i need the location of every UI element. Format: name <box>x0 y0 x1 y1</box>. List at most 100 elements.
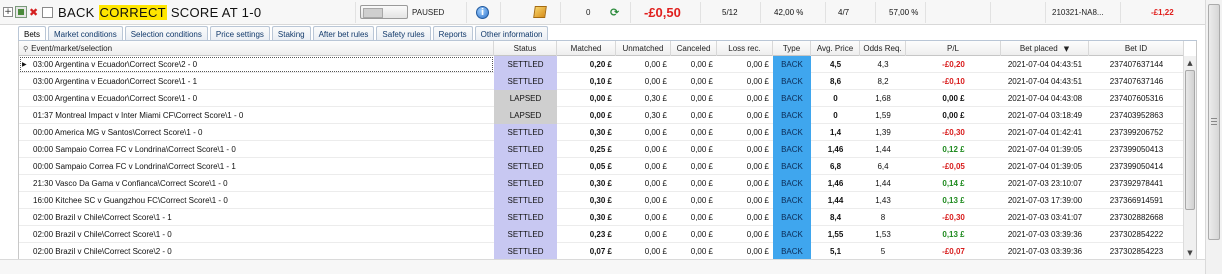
cell-avg-price[interactable]: 5,1 <box>811 243 860 259</box>
cell-type[interactable]: BACK <box>773 56 811 73</box>
sort-desc-icon[interactable]: ▼ <box>1064 45 1069 53</box>
cell-event[interactable]: 21:30 Vasco Da Gama v Confianca\Correct … <box>19 175 494 192</box>
cell-avg-price[interactable]: 1,4 <box>811 124 860 141</box>
cell-canceled[interactable]: 0,00 £ <box>671 124 717 141</box>
cell-matched[interactable]: 0,05 £ <box>557 158 616 175</box>
cell-pl[interactable]: 0,00 £ <box>906 90 1001 107</box>
cell-type[interactable]: BACK <box>773 175 811 192</box>
cell-pl[interactable]: -£0,07 <box>906 243 1001 259</box>
cell-odds-req[interactable]: 1,39 <box>860 124 906 141</box>
cell-matched[interactable]: 0,00 £ <box>557 90 616 107</box>
tab-market-conditions[interactable]: Market conditions <box>48 26 123 41</box>
grid-vertical-scrollbar[interactable]: ▲ ▼ <box>1183 56 1196 259</box>
cell-canceled[interactable]: 0,00 £ <box>671 175 717 192</box>
cell-pl[interactable]: -£0,30 <box>906 209 1001 226</box>
cell-status[interactable]: SETTLED <box>494 141 557 158</box>
tab-bets[interactable]: Bets <box>18 26 47 41</box>
cell-type[interactable]: BACK <box>773 226 811 243</box>
cell-canceled[interactable]: 0,00 £ <box>671 73 717 90</box>
cell-odds-req[interactable]: 1,44 <box>860 141 906 158</box>
column-header-bet-id[interactable]: Bet ID <box>1089 41 1184 56</box>
tab-reports[interactable]: Reports <box>432 26 473 41</box>
cell-matched[interactable]: 0,30 £ <box>557 124 616 141</box>
cell-unmatched[interactable]: 0,00 £ <box>616 158 671 175</box>
cell-matched[interactable]: 0,00 £ <box>557 107 616 124</box>
cell-avg-price[interactable]: 0 <box>811 90 860 107</box>
cell-pl[interactable]: -£0,05 <box>906 158 1001 175</box>
cell-odds-req[interactable]: 6,4 <box>860 158 906 175</box>
tab-staking[interactable]: Staking <box>271 26 311 41</box>
cell-type[interactable]: BACK <box>773 192 811 209</box>
cell-loss-rec[interactable]: 0,00 £ <box>717 73 773 90</box>
scroll-down-icon[interactable]: ▼ <box>1184 246 1196 259</box>
cell-bet-id[interactable]: 237403952863 <box>1089 107 1184 124</box>
cell-pl[interactable]: -£0,20 <box>906 56 1001 73</box>
cell-event[interactable]: 02:00 Brazil v Chile\Correct Score\2 - 0 <box>19 243 494 259</box>
cell-avg-price[interactable]: 1,55 <box>811 226 860 243</box>
cell-avg-price[interactable]: 6,8 <box>811 158 860 175</box>
cell-type[interactable]: BACK <box>773 107 811 124</box>
table-row[interactable]: 02:00 Brazil v Chile\Correct Score\1 - 0… <box>19 226 1184 243</box>
cell-matched[interactable]: 0,30 £ <box>557 209 616 226</box>
cell-event[interactable]: 16:00 Kitchee SC v Guangzhou FC\Correct … <box>19 192 494 209</box>
cell-odds-req[interactable]: 1,43 <box>860 192 906 209</box>
cell-canceled[interactable]: 0,00 £ <box>671 192 717 209</box>
column-header-canceled[interactable]: Canceled <box>671 41 717 56</box>
search-icon[interactable]: ⚲ <box>23 45 28 53</box>
cell-status[interactable]: SETTLED <box>494 158 557 175</box>
cell-bet-placed[interactable]: 2021-07-03 23:10:07 <box>1001 175 1089 192</box>
cell-unmatched[interactable]: 0,00 £ <box>616 243 671 259</box>
cell-canceled[interactable]: 0,00 £ <box>671 141 717 158</box>
window-scroll-thumb[interactable] <box>1208 4 1220 240</box>
cell-loss-rec[interactable]: 0,00 £ <box>717 209 773 226</box>
refresh-icon[interactable]: ⟳ <box>610 0 619 25</box>
cell-bet-placed[interactable]: 2021-07-03 03:39:36 <box>1001 243 1089 259</box>
column-header-unmatched[interactable]: Unmatched <box>616 41 671 56</box>
table-row[interactable]: ▶ 03:00 Argentina v Ecuador\Correct Score… <box>19 56 1184 73</box>
cell-bet-id[interactable]: 237407637146 <box>1089 73 1184 90</box>
cell-avg-price[interactable]: 4,5 <box>811 56 860 73</box>
cell-bet-id[interactable]: 237392978441 <box>1089 175 1184 192</box>
cell-avg-price[interactable]: 8,4 <box>811 209 860 226</box>
cell-type[interactable]: BACK <box>773 90 811 107</box>
cell-status[interactable]: SETTLED <box>494 243 557 259</box>
cell-type[interactable]: BACK <box>773 209 811 226</box>
cell-matched[interactable]: 0,30 £ <box>557 192 616 209</box>
column-header-loss-rec[interactable]: Loss rec. <box>717 41 773 56</box>
cell-bet-id[interactable]: 237302854222 <box>1089 226 1184 243</box>
cell-pl[interactable]: -£0,30 <box>906 124 1001 141</box>
cell-unmatched[interactable]: 0,00 £ <box>616 175 671 192</box>
cell-event[interactable]: 00:00 America MG v Santos\Correct Score\… <box>19 124 494 141</box>
cell-status[interactable]: SETTLED <box>494 226 557 243</box>
cell-loss-rec[interactable]: 0,00 £ <box>717 124 773 141</box>
cell-unmatched[interactable]: 0,30 £ <box>616 90 671 107</box>
cell-status[interactable]: SETTLED <box>494 124 557 141</box>
table-row[interactable]: 03:00 Argentina v Ecuador\Correct Score\… <box>19 73 1184 90</box>
window-vertical-scrollbar[interactable] <box>1205 0 1222 274</box>
cell-loss-rec[interactable]: 0,00 £ <box>717 226 773 243</box>
cell-bet-id[interactable]: 237399206752 <box>1089 124 1184 141</box>
cell-pl[interactable]: 0,13 £ <box>906 226 1001 243</box>
cell-avg-price[interactable]: 8,6 <box>811 73 860 90</box>
cell-unmatched[interactable]: 0,00 £ <box>616 226 671 243</box>
cell-bet-id[interactable]: 237366914591 <box>1089 192 1184 209</box>
cell-type[interactable]: BACK <box>773 73 811 90</box>
cell-bet-id[interactable]: 237302854223 <box>1089 243 1184 259</box>
strategy-row[interactable]: + ✖ BACK CORRECT SCORE AT 1-0 PAUSED i 0… <box>0 0 1222 25</box>
cell-odds-req[interactable]: 1,59 <box>860 107 906 124</box>
cell-status[interactable]: SETTLED <box>494 209 557 226</box>
table-row[interactable]: 21:30 Vasco Da Gama v Confianca\Correct … <box>19 175 1184 192</box>
cell-bet-placed[interactable]: 2021-07-04 04:43:08 <box>1001 90 1089 107</box>
cell-canceled[interactable]: 0,00 £ <box>671 107 717 124</box>
cell-event[interactable]: 03:00 Argentina v Ecuador\Correct Score\… <box>19 90 494 107</box>
cell-bet-placed[interactable]: 2021-07-04 01:39:05 <box>1001 141 1089 158</box>
cell-pl[interactable]: 0,13 £ <box>906 192 1001 209</box>
expand-icon[interactable]: + <box>3 7 13 17</box>
cell-pl[interactable]: -£0,10 <box>906 73 1001 90</box>
info-icon[interactable]: i <box>476 6 489 19</box>
cell-loss-rec[interactable]: 0,00 £ <box>717 107 773 124</box>
cell-loss-rec[interactable]: 0,00 £ <box>717 243 773 259</box>
cell-pl[interactable]: 0,00 £ <box>906 107 1001 124</box>
cell-bet-placed[interactable]: 2021-07-04 04:43:51 <box>1001 73 1089 90</box>
cell-canceled[interactable]: 0,00 £ <box>671 56 717 73</box>
